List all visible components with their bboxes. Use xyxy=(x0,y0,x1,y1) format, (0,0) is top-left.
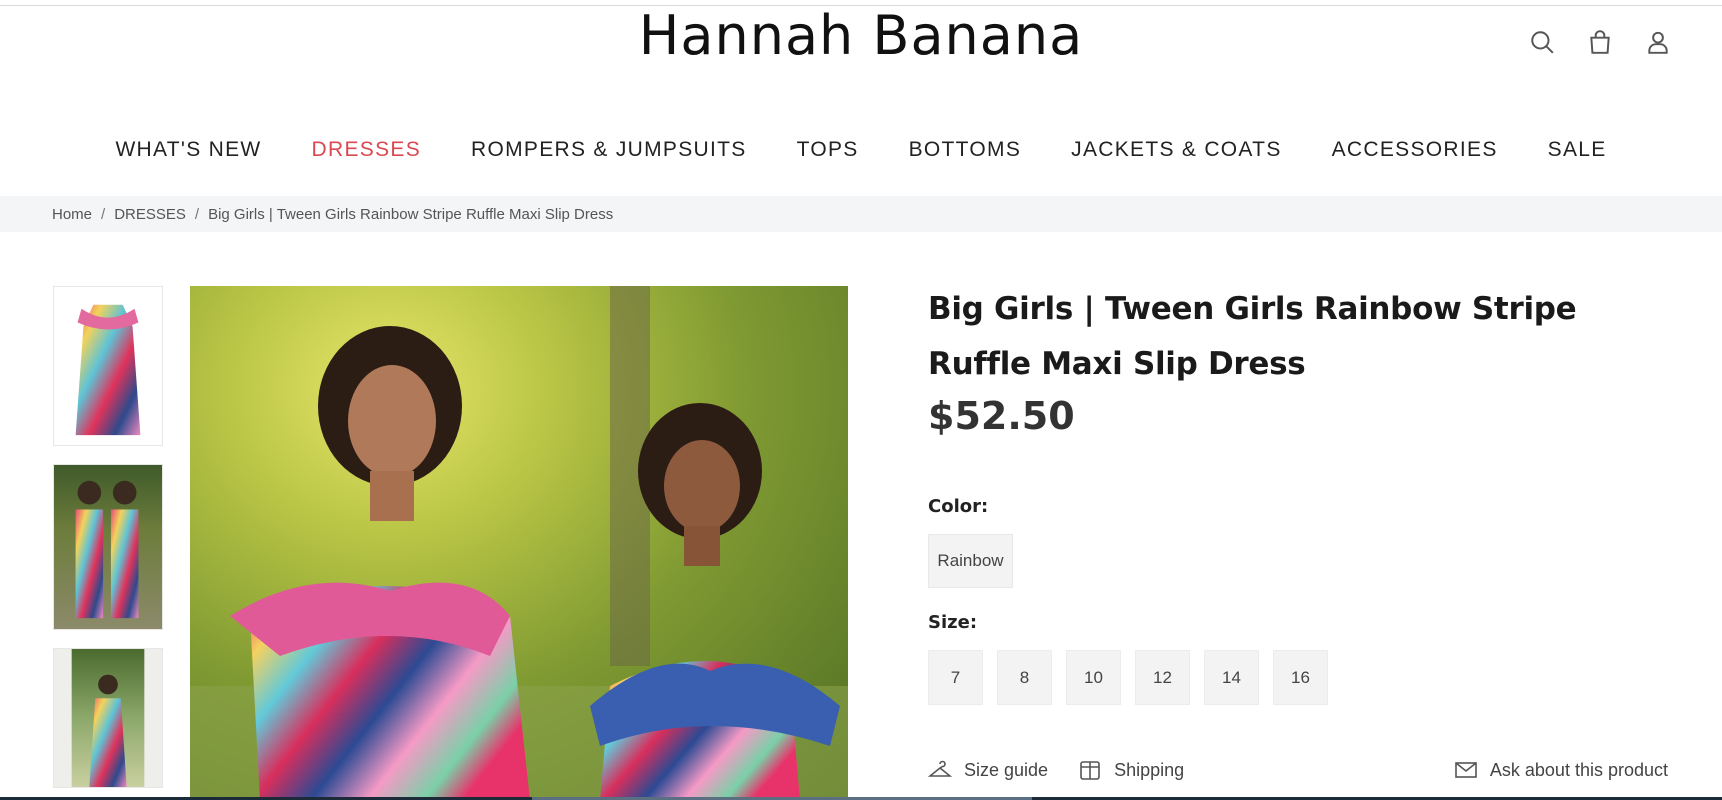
nav-item-sale[interactable]: SALE xyxy=(1548,138,1607,162)
size-option[interactable]: 7 xyxy=(928,650,983,705)
box-icon xyxy=(1080,761,1100,780)
breadcrumb-separator: / xyxy=(194,205,200,223)
breadcrumb-separator: / xyxy=(101,205,106,223)
nav-item-rompers-jumpsuits[interactable]: ROMPERS & JUMPSUITS xyxy=(471,138,747,162)
size-guide-label: Size guide xyxy=(964,759,1049,780)
size-option[interactable]: 16 xyxy=(1273,650,1328,705)
size-label: Size: xyxy=(928,612,978,633)
breadcrumb: Home / DRESSES / Big Girls | Tween Girls… xyxy=(0,196,1722,232)
size-option[interactable]: 12 xyxy=(1135,650,1190,705)
product-info: Big Girls | Tween Girls Rainbow Stripe R… xyxy=(928,282,1668,780)
account-icon[interactable] xyxy=(1644,28,1672,56)
color-label: Color: xyxy=(928,496,989,517)
bag-icon[interactable] xyxy=(1586,28,1614,56)
brand-logo[interactable]: Hannah Banana xyxy=(0,4,1722,67)
thumbnail-two-girls[interactable] xyxy=(53,464,163,630)
nav-item-dresses[interactable]: DRESSES xyxy=(312,138,421,162)
nav-item-tops[interactable]: TOPS xyxy=(797,138,859,162)
thumbnail-dress-flat[interactable] xyxy=(53,286,163,446)
ask-about-product-link[interactable]: Ask about this product xyxy=(1454,758,1668,782)
product-actions: Size guide Shipping Ask about this produ… xyxy=(928,758,1668,782)
color-option-rainbow[interactable]: Rainbow xyxy=(928,534,1013,588)
hanger-icon xyxy=(928,760,952,777)
nav-item-bottoms[interactable]: BOTTOMS xyxy=(909,138,1022,162)
mail-icon xyxy=(1455,762,1477,778)
breadcrumb-dresses[interactable]: DRESSES xyxy=(114,206,186,223)
ask-about-product-label: Ask about this product xyxy=(1489,759,1668,780)
shipping-label: Shipping xyxy=(1114,759,1185,780)
size-guide-link[interactable]: Size guide xyxy=(928,758,1048,782)
nav-item-accessories[interactable]: ACCESSORIES xyxy=(1332,138,1498,162)
thumbnail-gallery xyxy=(53,286,163,800)
size-option[interactable]: 10 xyxy=(1066,650,1121,705)
product-price: $52.50 xyxy=(928,394,1075,438)
main-nav: WHAT'S NEW DRESSES ROMPERS & JUMPSUITS T… xyxy=(0,138,1722,162)
shipping-link[interactable]: Shipping xyxy=(1078,758,1184,782)
product-title: Big Girls | Tween Girls Rainbow Stripe R… xyxy=(928,291,1577,382)
thumbnail-girl-standing[interactable] xyxy=(53,648,163,788)
breadcrumb-home[interactable]: Home xyxy=(52,206,92,223)
size-option[interactable]: 8 xyxy=(997,650,1052,705)
search-icon[interactable] xyxy=(1528,28,1556,56)
size-options: 7 8 10 12 14 16 xyxy=(928,650,1328,705)
breadcrumb-current: Big Girls | Tween Girls Rainbow Stripe R… xyxy=(208,205,614,223)
size-option[interactable]: 14 xyxy=(1204,650,1259,705)
nav-item-jackets-coats[interactable]: JACKETS & COATS xyxy=(1071,138,1281,162)
header-icons xyxy=(1528,28,1672,56)
nav-item-whats-new[interactable]: WHAT'S NEW xyxy=(115,138,261,162)
main-product-image[interactable] xyxy=(190,286,848,800)
